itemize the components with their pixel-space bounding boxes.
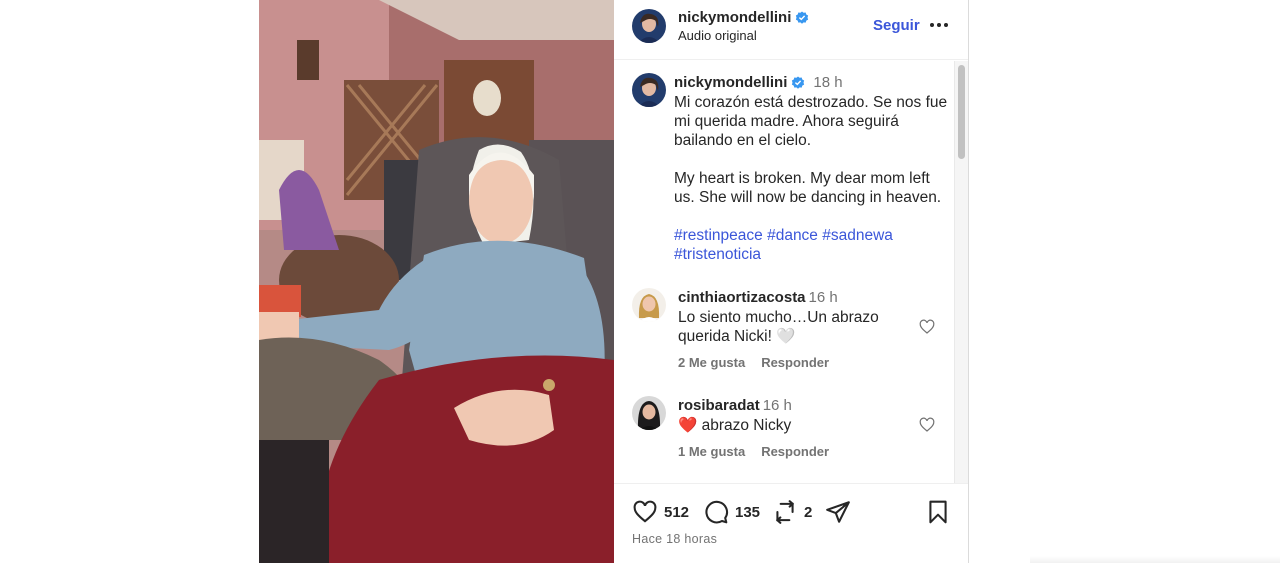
comment-meta: 2 Me gusta Responder — [678, 355, 829, 370]
post-side-panel: nickymondellini Audio original Seguir ni… — [614, 0, 969, 563]
heart-icon — [633, 500, 657, 523]
caption-username[interactable]: nickymondellini — [674, 74, 787, 91]
comments-scrollbar[interactable] — [954, 61, 968, 483]
avatar-image — [632, 288, 666, 322]
post-header: nickymondellini Audio original Seguir — [614, 0, 968, 60]
commenter-avatar[interactable] — [632, 288, 666, 322]
comments-list[interactable]: nickymondellini 18 h Mi corazón está des… — [614, 61, 954, 483]
comment-button[interactable]: 135 — [703, 499, 760, 525]
follow-button[interactable]: Seguir — [873, 17, 920, 34]
avatar-image — [632, 396, 666, 430]
comment-text: Lo siento mucho…Un abrazo querida Nicki!… — [678, 309, 879, 345]
comment-time: 16 h — [762, 397, 792, 414]
hashtag[interactable]: #tristenoticia — [674, 246, 761, 263]
repost-icon — [776, 500, 794, 524]
avatar-image — [632, 73, 666, 107]
commenter-avatar[interactable] — [632, 396, 666, 430]
more-options-icon[interactable] — [928, 14, 950, 36]
comment-count: 135 — [735, 503, 761, 521]
caption-author-avatar[interactable] — [632, 73, 666, 107]
author-username[interactable]: nickymondellini — [678, 9, 791, 26]
caption-english: My heart is broken. My dear mom left us.… — [674, 170, 942, 206]
caption-hashtags: #restinpeace #dance #sadnewa #tristenoti… — [674, 226, 949, 264]
share-button[interactable] — [825, 499, 851, 525]
commenter-username[interactable]: rosibaradat — [678, 397, 760, 414]
caption-spanish: Mi corazón está destrozado. Se nos fue m… — [674, 94, 948, 149]
page-edge-shadow — [1030, 556, 1280, 563]
post-timestamp[interactable]: Hace 18 horas — [632, 532, 717, 546]
save-button[interactable] — [925, 499, 951, 525]
comment-text: ❤️ abrazo Nicky — [678, 417, 792, 434]
author-avatar[interactable] — [632, 9, 666, 43]
instagram-post-view: nickymondellini Audio original Seguir ni… — [0, 0, 1280, 563]
commenter-username[interactable]: cinthiaortizacosta — [678, 289, 806, 306]
reply-button[interactable]: Responder — [761, 355, 829, 370]
post-photo[interactable] — [259, 0, 614, 563]
bookmark-icon — [929, 500, 947, 524]
post-action-bar: 512 135 2 Hace 18 horas — [614, 483, 968, 563]
heart-icon[interactable] — [918, 318, 936, 336]
commenter-username-row: cinthiaortizacosta 16 h — [678, 289, 838, 306]
photo-illustration — [259, 0, 614, 563]
comment-likes[interactable]: 1 Me gusta — [678, 444, 745, 459]
caption-username-row: nickymondellini 18 h — [674, 74, 843, 91]
hashtag[interactable]: #restinpeace — [674, 227, 763, 244]
hashtag[interactable]: #dance — [767, 227, 818, 244]
comment-meta: 1 Me gusta Responder — [678, 444, 829, 459]
reply-button[interactable]: Responder — [761, 444, 829, 459]
repost-count: 2 — [804, 503, 813, 521]
comment-likes[interactable]: 2 Me gusta — [678, 355, 745, 370]
audio-label[interactable]: Audio original — [678, 28, 757, 43]
caption-text: Mi corazón está destrozado. Se nos fue m… — [674, 93, 949, 264]
verified-badge-icon — [796, 10, 809, 24]
comment-time: 16 h — [808, 289, 838, 306]
repost-button[interactable]: 2 — [772, 499, 812, 525]
scrollbar-thumb[interactable] — [958, 65, 965, 159]
commenter-username-row: rosibaradat 16 h — [678, 397, 792, 414]
author-username-row[interactable]: nickymondellini — [678, 9, 809, 26]
send-icon — [826, 501, 850, 523]
comment-bubble-icon — [705, 500, 729, 524]
caption-time: 18 h — [813, 74, 843, 91]
avatar-image — [632, 9, 666, 43]
like-count: 512 — [664, 503, 690, 521]
like-button[interactable]: 512 — [632, 499, 689, 525]
verified-badge-icon — [792, 75, 805, 89]
hashtag[interactable]: #sadnewa — [822, 227, 893, 244]
heart-icon[interactable] — [918, 416, 936, 434]
